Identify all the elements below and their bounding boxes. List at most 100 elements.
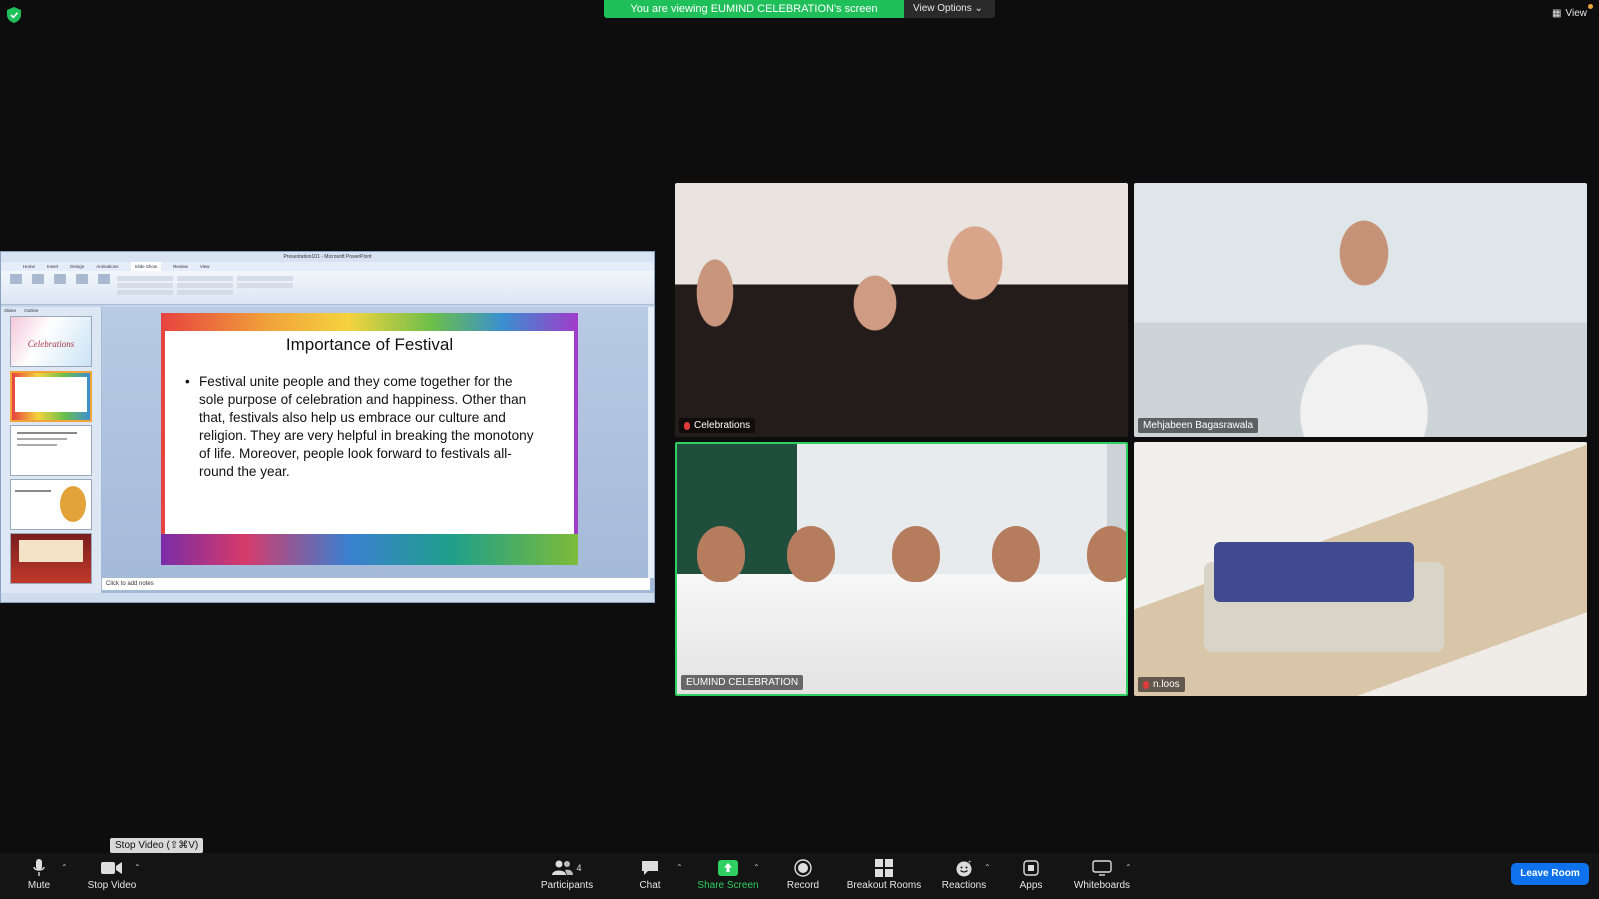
apps-button[interactable]: Apps bbox=[1015, 856, 1047, 891]
slide-thumbnail: Celebrations bbox=[10, 316, 92, 367]
ribbon-group bbox=[177, 274, 233, 300]
slide-body-text: Festival unite people and they come toge… bbox=[185, 373, 538, 481]
chat-options-caret[interactable]: ⌃ bbox=[676, 863, 683, 872]
participants-label: Participants bbox=[540, 880, 594, 891]
record-icon bbox=[794, 859, 812, 877]
participants-count: 4 bbox=[576, 863, 582, 873]
whiteboards-label: Whiteboards bbox=[1073, 880, 1131, 891]
ribbon-group bbox=[117, 274, 173, 300]
reactions-options-caret[interactable]: ⌃ bbox=[984, 863, 991, 872]
participant-name-tag: EUMIND CELEBRATION bbox=[681, 675, 804, 690]
view-button[interactable]: ▦ View bbox=[1552, 8, 1587, 19]
slide-editor: Importance of Festival Festival unite pe… bbox=[102, 307, 654, 593]
participant-name: Celebrations bbox=[694, 420, 751, 431]
participant-name-tag: Mehjabeen Bagasrawala bbox=[1138, 418, 1259, 433]
slides-tab: Slides bbox=[4, 308, 17, 313]
viewing-screen-text: You are viewing EUMIND CELEBRATION's scr… bbox=[604, 0, 904, 18]
video-tile-celebrations[interactable]: Celebrations bbox=[675, 183, 1128, 437]
view-options-button[interactable]: View Options ⌄ bbox=[904, 0, 995, 18]
vertical-scrollbar bbox=[648, 307, 654, 578]
stop-video-tooltip: Stop Video (⇧⌘V) bbox=[110, 838, 204, 853]
reactions-smiley-icon: + bbox=[956, 860, 972, 877]
view-options-label: View Options bbox=[913, 3, 972, 14]
chat-button[interactable]: Chat bbox=[631, 856, 669, 891]
thumbnail-title: Celebrations bbox=[27, 339, 75, 349]
participant-name: EUMIND CELEBRATION bbox=[686, 677, 799, 688]
apps-icon bbox=[1023, 860, 1039, 876]
microphone-icon bbox=[33, 859, 45, 876]
breakout-rooms-label: Breakout Rooms bbox=[846, 880, 922, 891]
ppt-tab-animations: Animations bbox=[96, 264, 119, 269]
slide-thumbnail-selected bbox=[10, 371, 92, 422]
svg-text:+: + bbox=[968, 860, 972, 866]
ribbon-group bbox=[237, 274, 293, 300]
video-options-caret[interactable]: ⌃ bbox=[134, 863, 141, 872]
stop-video-button[interactable]: Stop Video bbox=[84, 856, 140, 891]
ribbon-button bbox=[7, 274, 25, 296]
slide-thumbnail bbox=[10, 533, 92, 584]
slide-title: Importance of Festival bbox=[285, 335, 454, 354]
mute-button[interactable]: Mute bbox=[22, 856, 56, 891]
ppt-tab-home: Home bbox=[23, 264, 36, 269]
video-camera-icon bbox=[101, 862, 122, 874]
leave-room-button[interactable]: Leave Room bbox=[1511, 863, 1589, 885]
mic-muted-icon bbox=[684, 421, 690, 430]
chevron-down-icon: ⌄ bbox=[974, 3, 983, 14]
ribbon-button bbox=[73, 274, 91, 296]
share-options-caret[interactable]: ⌃ bbox=[753, 863, 760, 872]
ppt-tab-review: Review bbox=[173, 264, 188, 269]
video-tile-mehjabeen[interactable]: Mehjabeen Bagasrawala bbox=[1134, 183, 1587, 437]
slide-thumbnail bbox=[10, 425, 92, 476]
chat-bubble-icon bbox=[642, 861, 658, 875]
ribbon-button bbox=[51, 274, 69, 296]
whiteboards-options-caret[interactable]: ⌃ bbox=[1125, 863, 1132, 872]
ppt-tab-view: View bbox=[199, 264, 210, 269]
notes-pane: Click to add notes bbox=[102, 578, 650, 590]
share-screen-label: Share Screen bbox=[697, 880, 759, 891]
reactions-button[interactable]: + Reactions bbox=[938, 856, 990, 891]
participant-name-tag: Celebrations bbox=[679, 418, 756, 433]
ppt-tab-design: Design bbox=[70, 264, 85, 269]
ppt-window-title: Presentation101 - Microsoft PowerPoint bbox=[1, 252, 654, 262]
outline-tab: Outline bbox=[24, 308, 39, 313]
security-shield-icon[interactable] bbox=[7, 7, 21, 23]
ppt-tab-slide-show: Slide Show bbox=[130, 262, 162, 271]
grid-view-icon: ▦ bbox=[1552, 8, 1562, 19]
current-slide: Importance of Festival Festival unite pe… bbox=[161, 313, 578, 565]
view-label: View bbox=[1565, 8, 1588, 19]
mute-options-caret[interactable]: ⌃ bbox=[61, 863, 68, 872]
participant-name: n.loos bbox=[1153, 679, 1180, 690]
ribbon-button bbox=[29, 274, 47, 296]
mic-muted-icon bbox=[1143, 680, 1149, 689]
participant-name: Mehjabeen Bagasrawala bbox=[1143, 420, 1254, 431]
stop-video-label: Stop Video bbox=[87, 880, 137, 891]
reactions-label: Reactions bbox=[941, 880, 987, 891]
screen-share-banner: You are viewing EUMIND CELEBRATION's scr… bbox=[604, 0, 995, 18]
ribbon-button bbox=[95, 274, 113, 296]
meeting-toolbar: Mute ⌃ Stop Video ⌃ 4 Participants Chat … bbox=[0, 853, 1599, 899]
ppt-tab-insert: Insert bbox=[47, 264, 59, 269]
video-content bbox=[1214, 542, 1414, 602]
share-screen-icon bbox=[718, 860, 738, 876]
participant-name-tag: n.loos bbox=[1138, 677, 1185, 692]
video-tile-n-loos[interactable]: n.loos bbox=[1134, 442, 1587, 696]
ppt-ribbon bbox=[1, 271, 654, 305]
ppt-status-bar bbox=[1, 593, 654, 602]
slide-bottom-border bbox=[161, 534, 578, 565]
record-label: Record bbox=[786, 880, 820, 891]
whiteboard-icon bbox=[1092, 860, 1112, 876]
participants-button[interactable]: 4 Participants bbox=[538, 856, 596, 891]
shared-screen[interactable]: Presentation101 - Microsoft PowerPoint H… bbox=[0, 251, 655, 603]
mute-label: Mute bbox=[27, 880, 51, 891]
slide-thumbnail bbox=[10, 479, 92, 530]
breakout-rooms-button[interactable]: Breakout Rooms bbox=[843, 856, 925, 891]
share-screen-button[interactable]: Share Screen bbox=[695, 856, 761, 891]
chat-label: Chat bbox=[639, 880, 661, 891]
slide-thumbnails-pane: Slides Outline Celebrations bbox=[1, 307, 102, 593]
breakout-rooms-icon bbox=[875, 859, 893, 877]
video-tile-eumind-celebration[interactable]: EUMIND CELEBRATION bbox=[675, 442, 1128, 696]
record-button[interactable]: Record bbox=[783, 856, 823, 891]
participants-icon bbox=[552, 860, 574, 875]
apps-label: Apps bbox=[1019, 880, 1043, 891]
whiteboards-button[interactable]: Whiteboards bbox=[1069, 856, 1135, 891]
